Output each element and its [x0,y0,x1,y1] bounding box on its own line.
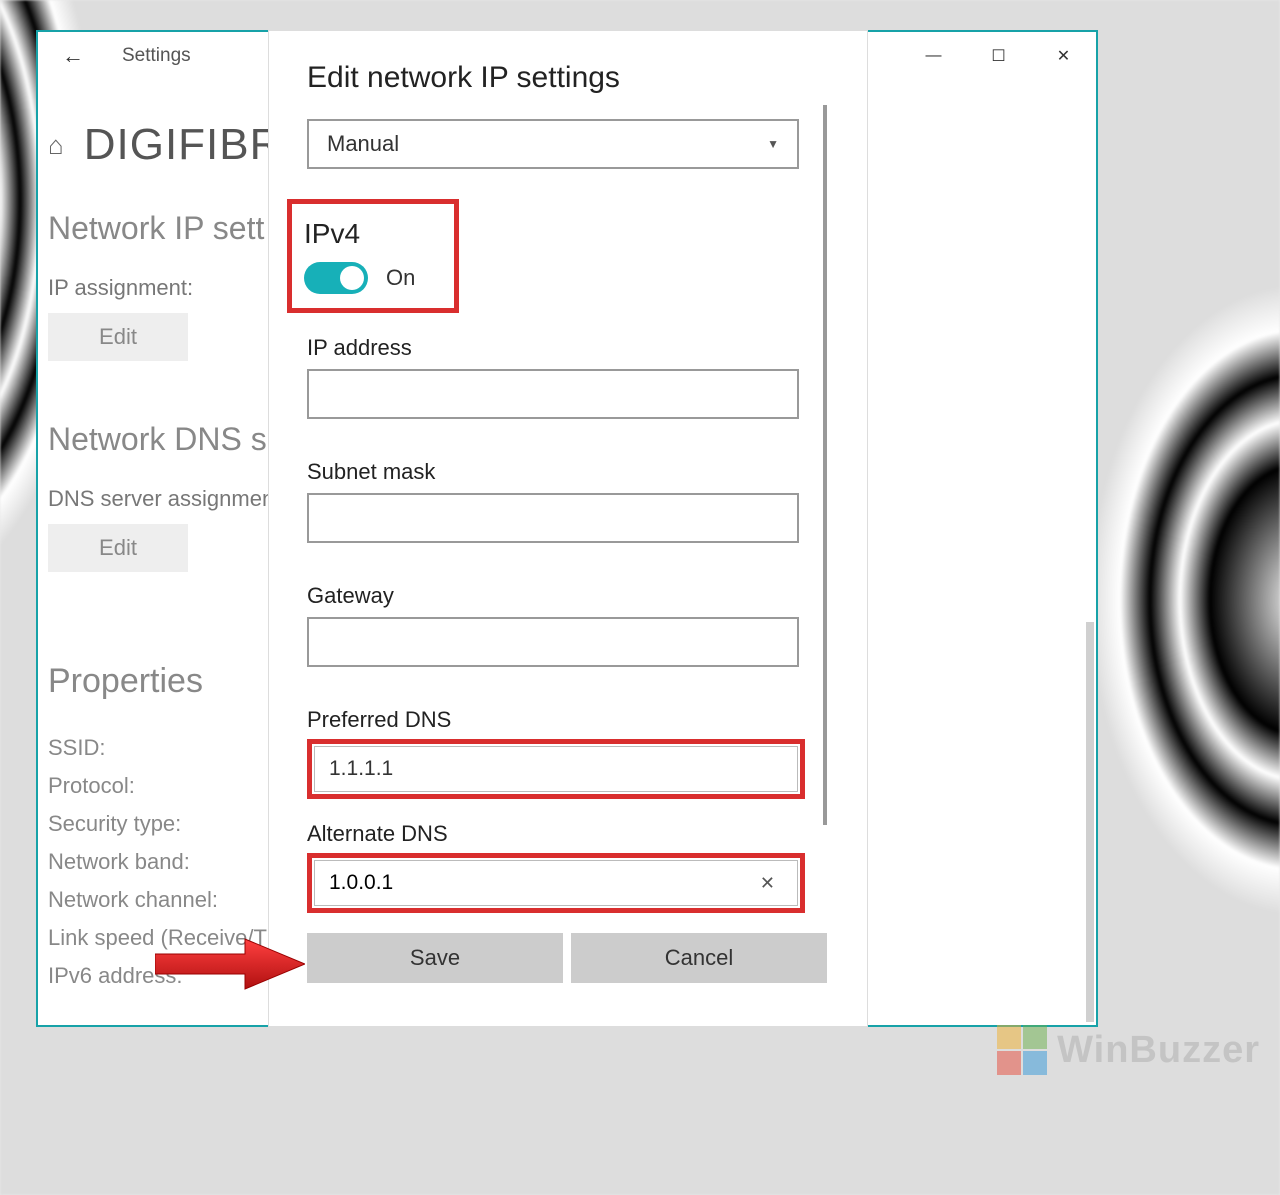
dialog-scrollbar[interactable] [823,105,827,825]
ip-address-label: IP address [307,335,827,361]
window-controls: — ☐ ✕ [901,32,1096,80]
edit-ip-button[interactable]: Edit [48,313,188,361]
network-name: DIGIFIBR [84,120,283,170]
ipv4-toggle-state: On [386,265,415,291]
home-icon[interactable]: ⌂ [48,130,64,161]
app-title: Settings [122,45,191,67]
ipv4-toggle-row: On [304,262,442,294]
dialog-button-row: Save Cancel [307,933,827,983]
alternate-dns-label: Alternate DNS [307,821,827,847]
subnet-mask-label: Subnet mask [307,459,827,485]
watermark: WinBuzzer [997,1025,1260,1075]
scrollbar[interactable] [1086,622,1094,1022]
ip-address-input[interactable] [307,369,799,419]
dialog-title: Edit network IP settings [307,61,827,95]
subnet-mask-input[interactable] [307,493,799,543]
cancel-button[interactable]: Cancel [571,933,827,983]
edit-ip-dialog: Edit network IP settings Manual ▼ IPv4 O… [268,30,868,1027]
ipv4-highlight-box: IPv4 On [287,199,459,313]
minimize-button[interactable]: — [901,32,966,80]
ip-mode-value: Manual [327,131,399,157]
alternate-dns-input[interactable] [329,871,752,895]
alternate-dns-input-wrap: ✕ [314,860,798,906]
ipv4-toggle[interactable] [304,262,368,294]
close-button[interactable]: ✕ [1031,32,1096,80]
preferred-dns-label: Preferred DNS [307,707,827,733]
preferred-dns-highlight [307,739,805,799]
gateway-label: Gateway [307,583,827,609]
alternate-dns-highlight: ✕ [307,853,805,913]
clear-input-icon[interactable]: ✕ [752,873,783,894]
edit-dns-button[interactable]: Edit [48,524,188,572]
maximize-button[interactable]: ☐ [966,32,1031,80]
save-button[interactable]: Save [307,933,563,983]
ipv4-label: IPv4 [304,218,442,250]
toggle-knob [340,266,364,290]
back-arrow-icon[interactable]: ← [62,43,92,69]
gateway-input[interactable] [307,617,799,667]
watermark-text: WinBuzzer [1057,1029,1260,1072]
preferred-dns-input[interactable] [314,746,798,792]
watermark-logo-icon [997,1025,1047,1075]
chevron-down-icon: ▼ [767,137,779,151]
ip-mode-select[interactable]: Manual ▼ [307,119,799,169]
